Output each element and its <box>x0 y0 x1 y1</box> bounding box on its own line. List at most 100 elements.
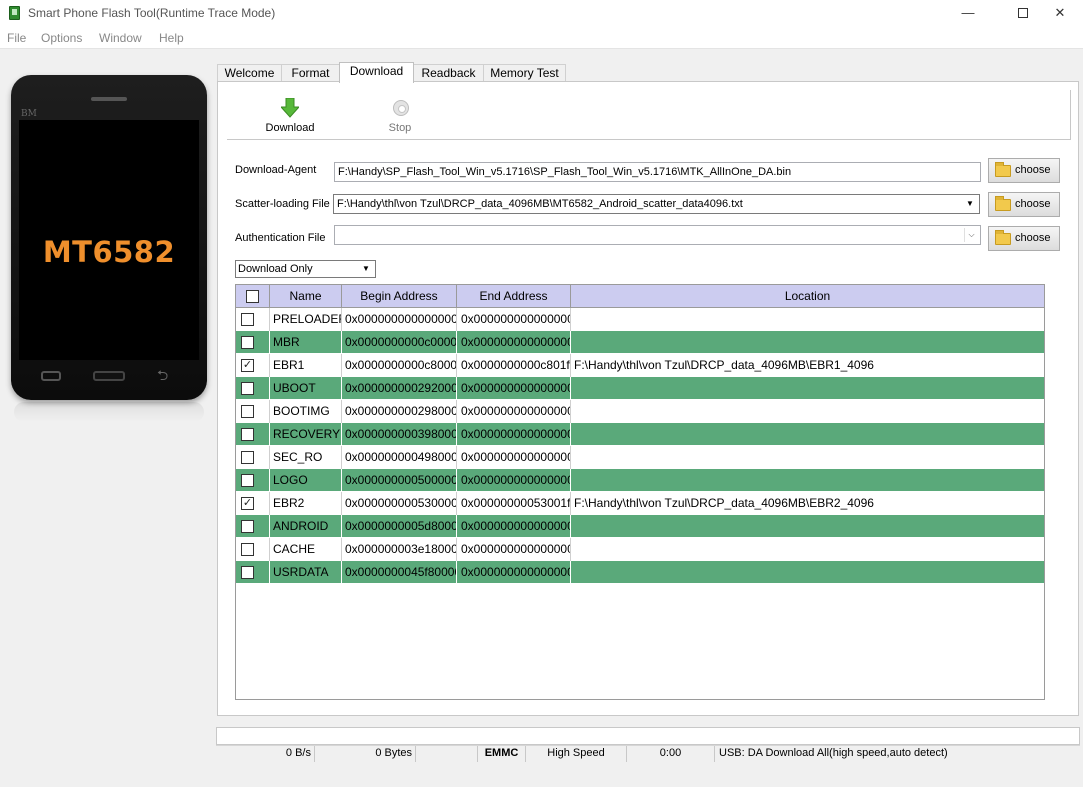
folder-icon <box>995 196 1011 211</box>
select-all-checkbox[interactable] <box>246 290 259 303</box>
table-row[interactable]: RECOVERY 0x0000000003980000 0x000000000000… <box>236 423 1044 446</box>
close-button[interactable]: ✕ <box>1037 0 1083 27</box>
table-row[interactable]: LOGO 0x0000000005000000 0x0000000000000000 <box>236 469 1044 492</box>
table-row[interactable]: PRELOADER 0x0000000000000000 0x00000000000… <box>236 308 1044 331</box>
cell-end: 0x0000000000000000 <box>457 377 571 400</box>
row-select-cell <box>236 377 270 400</box>
phone-reflection <box>14 402 204 422</box>
cell-begin: 0x0000000004980000 <box>342 446 457 469</box>
cell-begin: 0x0000000002980000 <box>342 400 457 423</box>
menu-help[interactable]: Help <box>159 31 184 45</box>
stop-icon <box>393 100 409 116</box>
choose-download-agent-button[interactable]: choose <box>988 158 1060 183</box>
row-checkbox[interactable] <box>241 474 254 487</box>
stop-button[interactable]: Stop <box>370 90 430 136</box>
minimize-button[interactable]: — <box>945 0 991 27</box>
cell-begin: 0x0000000045f80000 <box>342 561 457 584</box>
status-usb: USB: DA Download All(high speed,auto det… <box>719 747 948 759</box>
row-checkbox[interactable] <box>241 428 254 441</box>
download-agent-label: Download-Agent <box>235 164 317 176</box>
table-row[interactable]: CACHE 0x000000003e180000 0x000000000000000… <box>236 538 1044 561</box>
maximize-icon <box>1018 8 1028 18</box>
column-location[interactable]: Location <box>571 285 1044 308</box>
table-row[interactable]: BOOTIMG 0x0000000002980000 0x0000000000000… <box>236 400 1044 423</box>
cell-name: SEC_RO <box>270 446 342 469</box>
choose-scatter-button[interactable]: choose <box>988 192 1060 217</box>
cell-name: EBR1 <box>270 354 342 377</box>
cell-end: 0x0000000000000000 <box>457 538 571 561</box>
cell-name: EBR2 <box>270 492 342 515</box>
row-select-cell <box>236 400 270 423</box>
table-row[interactable]: SEC_RO 0x0000000004980000 0x00000000000000… <box>236 446 1044 469</box>
cell-begin: 0x0000000000000000 <box>342 308 457 331</box>
cell-location <box>571 561 1044 584</box>
menu-window[interactable]: Window <box>99 31 142 45</box>
download-agent-field[interactable]: F:\Handy\SP_Flash_Tool_Win_v5.1716\SP_Fl… <box>334 162 981 182</box>
download-mode-select[interactable]: Download Only ▼ <box>235 260 376 278</box>
row-checkbox[interactable] <box>241 451 254 464</box>
choose-auth-button[interactable]: choose <box>988 226 1060 251</box>
folder-icon <box>995 230 1011 245</box>
menu-options[interactable]: Options <box>41 31 82 45</box>
row-checkbox[interactable] <box>241 543 254 556</box>
table-row[interactable]: MBR 0x0000000000c00000 0x0000000000000000 <box>236 331 1044 354</box>
column-name[interactable]: Name <box>270 285 342 308</box>
cell-location <box>571 331 1044 354</box>
cell-name: UBOOT <box>270 377 342 400</box>
scatter-file-value: F:\Handy\thl\von Tzul\DRCP_data_4096MB\M… <box>337 198 743 210</box>
table-row[interactable]: USRDATA 0x0000000045f80000 0x0000000000000… <box>236 561 1044 584</box>
cell-location: F:\Handy\thl\von Tzul\DRCP_data_4096MB\E… <box>574 358 874 372</box>
chevron-down-icon[interactable]: ▼ <box>963 197 977 211</box>
row-checkbox[interactable] <box>241 382 254 395</box>
cell-end: 0x0000000000000000 <box>457 308 571 331</box>
chevron-down-icon[interactable]: ▼ <box>359 262 373 276</box>
choose-label: choose <box>1015 164 1051 176</box>
scatter-file-combobox[interactable]: F:\Handy\thl\von Tzul\DRCP_data_4096MB\M… <box>333 194 980 214</box>
row-checkbox[interactable] <box>241 405 254 418</box>
row-checkbox[interactable] <box>241 336 254 349</box>
cell-end: 0x0000000000000000 <box>457 469 571 492</box>
cell-location <box>571 515 1044 538</box>
stop-button-label: Stop <box>388 122 412 134</box>
cell-end: 0x0000000000000000 <box>457 423 571 446</box>
row-select-cell: ✓ <box>236 354 270 377</box>
menu-key-icon <box>41 371 61 381</box>
row-checkbox[interactable] <box>241 313 254 326</box>
row-select-cell <box>236 538 270 561</box>
table-row[interactable]: ANDROID 0x0000000005d80000 0x0000000000000… <box>236 515 1044 538</box>
row-select-cell <box>236 308 270 331</box>
menu-file[interactable]: File <box>7 31 26 45</box>
cell-end: 0x0000000000c801ff <box>457 354 571 377</box>
column-end-address[interactable]: End Address <box>457 285 571 308</box>
chevron-down-icon[interactable]: ⌵ <box>964 228 978 242</box>
cell-begin: 0x000000003e180000 <box>342 538 457 561</box>
row-checkbox[interactable] <box>241 520 254 533</box>
phone-brand: BM <box>21 109 37 119</box>
download-button[interactable]: Download <box>260 90 320 136</box>
row-checkbox[interactable]: ✓ <box>241 359 254 372</box>
status-mode: High Speed <box>526 746 627 762</box>
download-panel: Download Stop Download-Agent F:\Handy\SP… <box>217 81 1079 716</box>
table-row[interactable]: UBOOT 0x0000000002920000 0x000000000000000… <box>236 377 1044 400</box>
cell-location <box>571 469 1044 492</box>
row-select-cell <box>236 446 270 469</box>
column-begin-address[interactable]: Begin Address <box>342 285 457 308</box>
folder-icon <box>995 162 1011 177</box>
auth-file-combobox[interactable]: ⌵ <box>334 225 981 245</box>
row-select-cell <box>236 515 270 538</box>
row-checkbox[interactable] <box>241 566 254 579</box>
select-all-header <box>236 285 270 308</box>
partition-table: Name Begin Address End Address Location … <box>235 284 1045 700</box>
choose-label: choose <box>1015 198 1051 210</box>
download-button-label: Download <box>265 122 315 134</box>
app-icon <box>9 6 20 20</box>
download-arrow-icon <box>281 98 299 118</box>
table-row[interactable]: ✓ EBR1 0x0000000000c80000 0x0000000000c801f… <box>236 354 1044 377</box>
row-checkbox[interactable]: ✓ <box>241 497 254 510</box>
tab-download[interactable]: Download <box>339 62 414 83</box>
choose-label: choose <box>1015 232 1051 244</box>
status-storage: EMMC <box>478 746 526 762</box>
table-header: Name Begin Address End Address Location <box>236 285 1044 308</box>
cell-end: 0x0000000000000000 <box>457 515 571 538</box>
table-row[interactable]: ✓ EBR2 0x0000000005300000 0x00000000053001f… <box>236 492 1044 515</box>
